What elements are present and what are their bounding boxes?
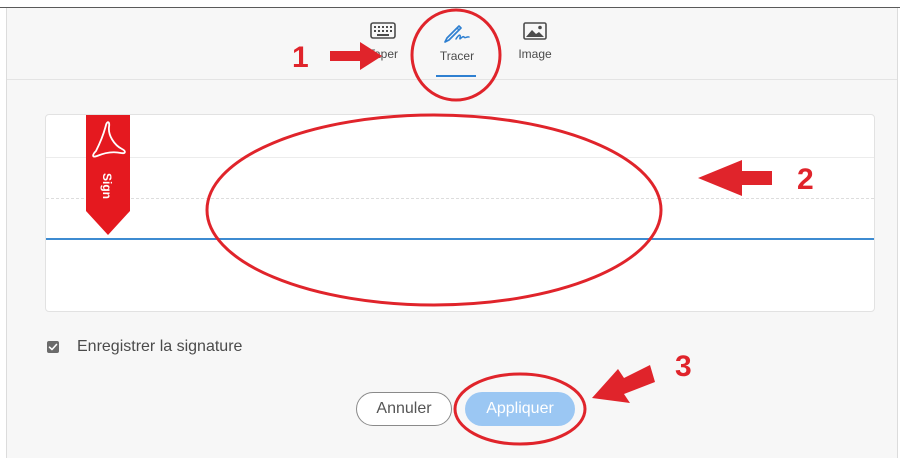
guide-line-dashed: [46, 198, 874, 199]
tab-image-label: Image: [518, 47, 552, 61]
tab-draw-label: Tracer: [439, 49, 475, 63]
save-signature-row[interactable]: Enregistrer la signature: [47, 338, 242, 356]
cancel-button[interactable]: Annuler: [356, 392, 452, 426]
tab-image[interactable]: Image: [512, 21, 558, 61]
save-signature-label: Enregistrer la signature: [77, 338, 243, 355]
signature-baseline: [46, 238, 874, 240]
sign-badge-text: Sign: [100, 173, 114, 199]
guide-line-top: [46, 157, 874, 158]
pen-signature-icon: [444, 25, 470, 43]
tab-type-label: Taper: [367, 47, 399, 61]
tab-draw[interactable]: Tracer: [432, 21, 482, 63]
screenshot: Taper Tracer Image Sign Enregistrer la s…: [0, 0, 900, 458]
active-tab-indicator: [436, 75, 476, 77]
save-signature-checkbox[interactable]: [47, 341, 59, 353]
signature-dialog: Taper Tracer Image Sign Enregistrer la s…: [6, 8, 898, 458]
checkmark-icon: [48, 343, 58, 351]
tab-type[interactable]: Taper: [363, 21, 403, 61]
apply-button[interactable]: Appliquer: [465, 392, 575, 426]
signature-drawing-area[interactable]: Sign: [45, 114, 875, 312]
sign-here-badge: Sign: [86, 115, 130, 235]
image-icon: [523, 22, 547, 40]
signature-mode-tabs: Taper Tracer Image: [7, 8, 897, 80]
keyboard-icon: [370, 22, 396, 39]
